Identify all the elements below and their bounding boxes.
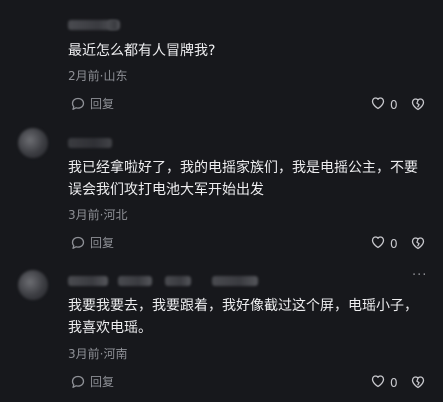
comment-actions: 回复 0: [70, 95, 430, 115]
like-count: 0: [390, 97, 398, 112]
username-blurred: [165, 276, 191, 286]
like-button[interactable]: 0: [370, 95, 398, 114]
comment-meta: 3月前·河南: [68, 347, 128, 361]
dislike-button[interactable]: [410, 374, 426, 394]
comment-text: 我要我要去，我要跟着，我好像截过这个屏，电瑶小子，我喜欢电瑶。: [68, 298, 418, 336]
comment-actions: 回复 0: [70, 373, 430, 393]
broken-heart-icon: [410, 97, 426, 116]
like-button[interactable]: 0: [370, 234, 398, 253]
reply-label: 回复: [90, 236, 115, 250]
reply-button[interactable]: 回复: [70, 373, 114, 390]
heart-icon: [370, 95, 386, 114]
heart-icon: [370, 234, 386, 253]
broken-heart-icon: [410, 236, 426, 255]
username-blurred: [108, 20, 120, 30]
reply-icon: [70, 235, 86, 251]
username-blurred: [68, 276, 108, 286]
username-blurred: [212, 276, 258, 286]
like-count: 0: [390, 236, 398, 251]
comment-text: 我已经拿啦好了，我的电摇家族们，我是电摇公主，不要误会我们攻打电池大军开始出发: [68, 160, 418, 198]
comment-meta: 2月前·山东: [68, 69, 128, 83]
like-count: 0: [390, 375, 398, 390]
reply-button[interactable]: 回复: [70, 95, 114, 112]
comment-meta: 3月前·河北: [68, 208, 128, 222]
reply-icon: [70, 96, 86, 112]
more-icon[interactable]: ···: [412, 268, 427, 283]
username-blurred: [118, 276, 152, 286]
dislike-button[interactable]: [410, 235, 426, 255]
reply-icon: [70, 374, 86, 390]
avatar[interactable]: [18, 128, 48, 158]
comment-text: 最近怎么都有人冒牌我?: [68, 43, 216, 59]
like-button[interactable]: 0: [370, 373, 398, 392]
reply-label: 回复: [90, 97, 115, 111]
avatar[interactable]: [18, 270, 48, 300]
reply-button[interactable]: 回复: [70, 234, 114, 251]
username-blurred: [68, 138, 112, 148]
comment-actions: 回复 0: [70, 234, 430, 254]
reply-label: 回复: [90, 375, 115, 389]
heart-icon: [370, 373, 386, 392]
broken-heart-icon: [410, 375, 426, 394]
dislike-button[interactable]: [410, 96, 426, 116]
